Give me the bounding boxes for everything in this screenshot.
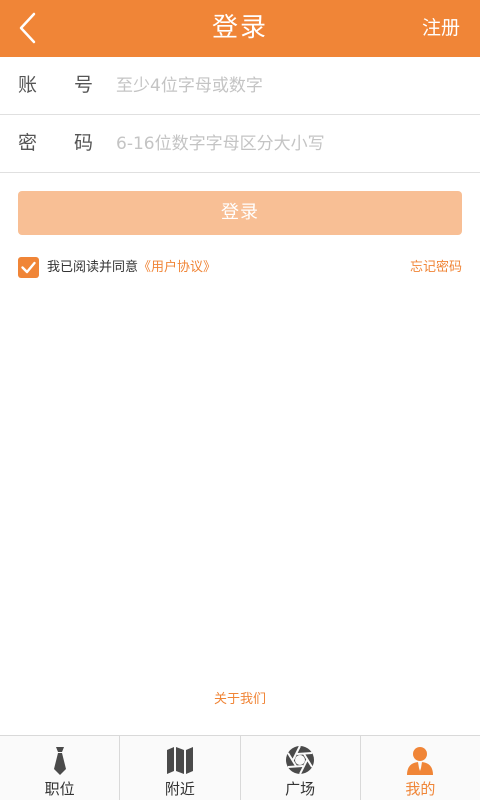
aperture-icon xyxy=(284,744,316,776)
top-bar: 登录 注册 xyxy=(0,0,480,57)
nav-item-jobs[interactable]: 职位 xyxy=(0,736,121,800)
user-icon xyxy=(404,744,436,776)
password-input[interactable] xyxy=(116,127,461,160)
password-label: 密 码 xyxy=(18,115,93,172)
agreement-checkbox[interactable] xyxy=(18,257,39,278)
page-title: 登录 xyxy=(211,13,268,43)
password-row: 密 码 xyxy=(0,115,480,173)
agreement-text: 我已阅读并同意《用户协议》 xyxy=(47,257,216,278)
about-us-link[interactable]: 关于我们 xyxy=(0,688,480,707)
account-row: 账 号 xyxy=(0,57,480,115)
account-label: 账 号 xyxy=(18,57,93,114)
password-label-char-1: 密 xyxy=(18,132,38,154)
agreement-label: 我已阅读并同意 xyxy=(47,260,139,275)
nav-label-nearby: 附近 xyxy=(164,780,195,798)
check-icon xyxy=(21,261,36,274)
account-label-char-1: 账 xyxy=(18,74,38,96)
bottom-nav: 职位 附近 广场 我的 xyxy=(0,735,480,800)
nav-label-mine: 我的 xyxy=(405,780,436,798)
map-icon xyxy=(164,744,196,776)
account-label-char-2: 号 xyxy=(73,74,93,96)
nav-item-mine[interactable]: 我的 xyxy=(361,736,480,800)
nav-label-jobs: 职位 xyxy=(44,780,75,798)
login-screen: 登录 注册 账 号 密 码 登录 我已阅读并同意《用户协议》 忘记密码 关于我们 xyxy=(0,0,480,800)
account-input[interactable] xyxy=(116,69,461,102)
login-button[interactable]: 登录 xyxy=(18,191,462,235)
password-label-char-2: 码 xyxy=(73,132,93,154)
tie-icon xyxy=(44,744,76,776)
nav-item-square[interactable]: 广场 xyxy=(241,736,361,800)
forgot-password-link[interactable]: 忘记密码 xyxy=(410,257,462,278)
nav-label-square: 广场 xyxy=(285,780,316,798)
nav-item-nearby[interactable]: 附近 xyxy=(120,736,241,800)
user-agreement-link[interactable]: 《用户协议》 xyxy=(138,260,216,275)
register-link[interactable]: 注册 xyxy=(422,0,460,57)
